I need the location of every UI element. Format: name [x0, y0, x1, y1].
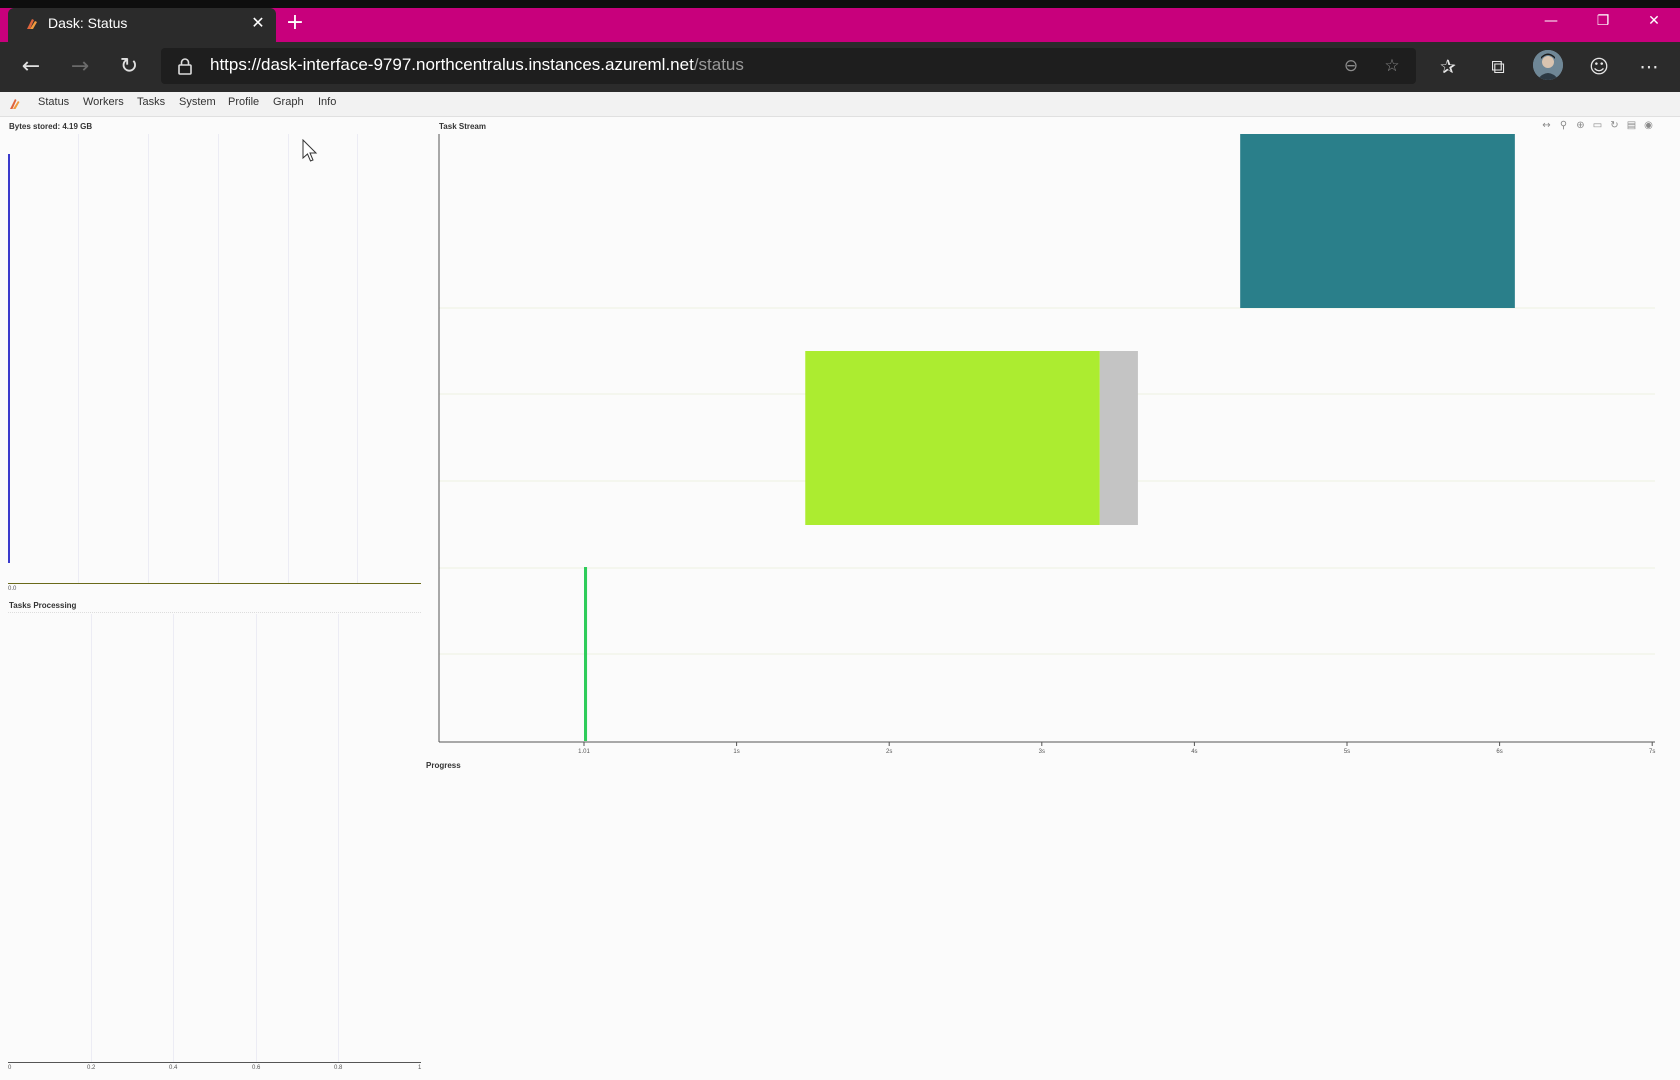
- browser-toolbar: ← → ↻ https://dask-interface-9797.northc…: [0, 42, 1680, 92]
- tasks-grid-line: [173, 614, 174, 1062]
- tasks-grid-line: [256, 614, 257, 1062]
- task-stream-tick-label: 3s: [1039, 749, 1045, 755]
- task-stream-tick-label: 2s: [886, 749, 892, 755]
- nav-info[interactable]: Info: [318, 96, 336, 108]
- task-bar[interactable]: [805, 351, 1100, 525]
- tasks-processing-title: Tasks Processing: [9, 601, 77, 610]
- tasks-x-tick: 0.2: [87, 1065, 96, 1071]
- bytes-grid-line: [78, 134, 79, 583]
- bytes-stored-bar: [8, 154, 10, 563]
- bytes-grid-line: [357, 134, 358, 583]
- tab-title: Dask: Status: [48, 15, 128, 31]
- refresh-icon[interactable]: ↻: [114, 52, 144, 82]
- task-stream-plot: 1.01 1s 2s 3s 4s 5s 6s 7s: [438, 134, 1655, 755]
- url-text[interactable]: https://dask-interface-9797.northcentral…: [210, 55, 744, 75]
- tasks-x-axis: [8, 1062, 421, 1063]
- bytes-grid-line: [218, 134, 219, 583]
- bytes-grid-line: [148, 134, 149, 583]
- dask-nav-bar: Status Workers Tasks System Profile Grap…: [0, 92, 1680, 117]
- more-icon[interactable]: ⋯: [1634, 52, 1664, 82]
- nav-tasks[interactable]: Tasks: [137, 96, 165, 108]
- url-path: /status: [693, 55, 744, 74]
- close-window-icon[interactable]: ✕: [1631, 10, 1677, 32]
- task-stream-tick-label: 5s: [1344, 749, 1350, 755]
- lock-icon: [178, 58, 192, 75]
- progress-title: Progress: [426, 761, 461, 770]
- nav-status[interactable]: Status: [38, 96, 69, 108]
- tasks-grid-line: [338, 614, 339, 1062]
- feedback-icon[interactable]: ☺: [1584, 52, 1614, 82]
- tasks-x-tick: 0.8: [334, 1065, 343, 1071]
- task-stream-tick-label: 1.01: [578, 749, 590, 755]
- nav-workers[interactable]: Workers: [83, 96, 124, 108]
- nav-profile[interactable]: Profile: [228, 96, 259, 108]
- task-stream-tick-label: 6s: [1496, 749, 1502, 755]
- minimize-icon[interactable]: —: [1528, 10, 1574, 32]
- dask-favicon-icon: [27, 19, 37, 29]
- browser-tab[interactable]: Dask: Status ✕: [8, 8, 276, 42]
- profile-avatar[interactable]: [1533, 50, 1563, 80]
- bytes-x-tick: 0.0: [8, 586, 17, 592]
- task-stream-bars: [584, 134, 1515, 741]
- url-host: https://dask-interface-9797.northcentral…: [210, 55, 694, 74]
- tasks-x-tick: 0.6: [252, 1065, 261, 1071]
- tasks-x-tick: 1: [418, 1065, 422, 1071]
- address-bar[interactable]: https://dask-interface-9797.northcentral…: [161, 48, 1416, 84]
- bytes-x-axis: [8, 583, 421, 584]
- task-stream-tick-label: 1s: [733, 749, 739, 755]
- star-icon[interactable]: ☆: [1382, 56, 1402, 76]
- collections-icon[interactable]: ⧉: [1483, 52, 1513, 82]
- new-tab-icon[interactable]: +: [284, 12, 306, 34]
- favorites-icon[interactable]: ✰: [1433, 52, 1463, 82]
- tasks-grid-line: [91, 614, 92, 1062]
- task-stream-tick-label: 7s: [1649, 749, 1655, 755]
- nav-graph[interactable]: Graph: [273, 96, 304, 108]
- bytes-stored-title: Bytes stored: 4.19 GB: [9, 122, 93, 131]
- task-bar[interactable]: [1240, 134, 1515, 308]
- task-bar[interactable]: [1099, 351, 1138, 525]
- title-bar-edge: [0, 0, 1680, 8]
- nav-system[interactable]: System: [179, 96, 216, 108]
- tasks-x-tick: 0.4: [169, 1065, 178, 1071]
- restore-icon[interactable]: ❐: [1580, 10, 1626, 32]
- back-icon[interactable]: ←: [16, 52, 46, 82]
- zoom-out-icon[interactable]: ⊖: [1341, 56, 1361, 76]
- mouse-cursor-icon: [302, 139, 318, 162]
- task-bar[interactable]: [584, 567, 588, 741]
- avatar-image: [1533, 50, 1563, 80]
- tasks-x-tick: 0: [8, 1065, 12, 1071]
- task-stream-tick-label: 4s: [1191, 749, 1197, 755]
- dask-logo-icon: [10, 99, 20, 109]
- task-stream-ticks: 1.01 1s 2s 3s 4s 5s 6s 7s: [578, 742, 1655, 755]
- tab-close-icon[interactable]: ✕: [249, 14, 267, 32]
- tasks-processing-top-border: [8, 612, 421, 614]
- forward-icon[interactable]: →: [65, 52, 95, 82]
- bytes-grid-line: [288, 134, 289, 583]
